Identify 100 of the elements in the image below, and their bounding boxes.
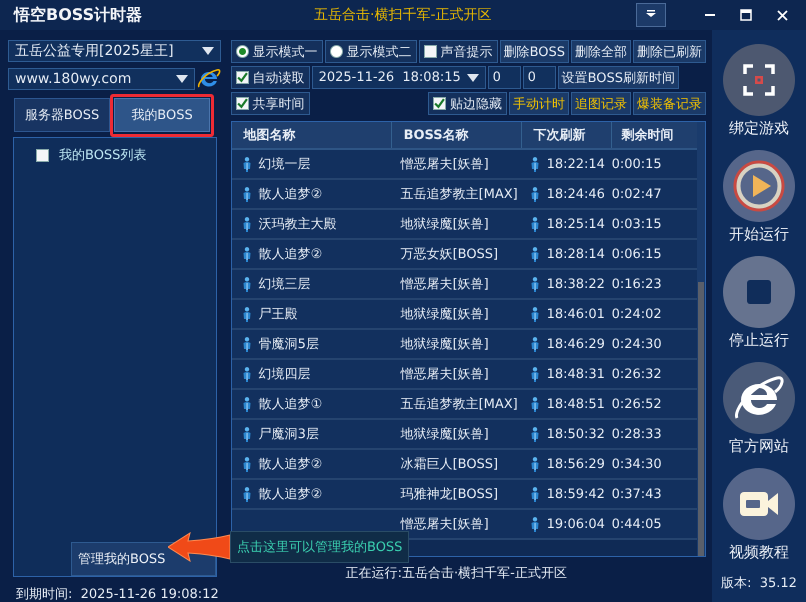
remaining-time: 0:02:47 [612, 186, 662, 202]
person-icon [530, 426, 539, 442]
table-row[interactable]: 散人追梦② 冰霜巨人[BOSS] 18:56:29 0:34:30 [232, 450, 697, 480]
next-refresh-time: 18:24:46 [546, 186, 605, 202]
next-refresh-time: 18:22:14 [546, 156, 605, 172]
table-row[interactable]: 尸王殿 地狱绿魔[妖兽] 18:46:01 0:24:02 [232, 300, 697, 330]
next-refresh-time: 18:48:31 [546, 366, 605, 382]
column-header[interactable]: 下次刷新 [522, 122, 612, 148]
stop-button[interactable]: 停止运行 [712, 256, 806, 350]
radio-button[interactable] [330, 45, 343, 58]
map-name: 幻境一层 [258, 156, 311, 173]
table-row[interactable]: 幻境一层 憎恶屠夫[妖兽] 18:22:14 0:00:15 [232, 150, 697, 180]
tooltip: 点击这里可以管理我的BOSS [230, 531, 410, 563]
url-dropdown[interactable]: www.180wy.com [8, 68, 195, 90]
checkbox[interactable] [236, 97, 249, 110]
remaining-time: 0:06:15 [612, 246, 662, 262]
arrow-icon [168, 532, 230, 562]
person-icon [242, 366, 251, 382]
video-tutorial-button[interactable]: 视频教程 [712, 468, 806, 562]
table-row[interactable]: 散人追梦② 万恶女妖[BOSS] 18:28:14 0:06:15 [232, 240, 697, 270]
toolbar-button[interactable]: 追图记录 [571, 92, 631, 115]
toolbar-button[interactable]: 设置BOSS刷新时间 [558, 66, 679, 89]
person-icon [242, 336, 251, 352]
window-title: 悟空BOSS计时器 [14, 4, 144, 26]
toolbar-button[interactable]: 删除全部 [571, 40, 631, 63]
next-refresh-time: 18:50:32 [546, 426, 605, 442]
map-name: 散人追梦② [258, 456, 322, 473]
menu-button[interactable] [636, 3, 666, 27]
play-icon [723, 150, 795, 222]
remaining-time: 0:28:33 [612, 426, 662, 442]
remaining-time: 0:44:05 [612, 516, 662, 532]
person-icon [242, 396, 251, 412]
remaining-time: 0:00:15 [612, 156, 662, 172]
marquee-text: 五岳合击·横扫千军-正式开区 [313, 6, 493, 24]
table-row[interactable]: 沃玛教主大殿 地狱绿魔[妖兽] 18:25:14 0:03:15 [232, 210, 697, 240]
map-name: 幻境三层 [258, 276, 311, 293]
person-icon [242, 186, 251, 202]
radio-option[interactable]: 显示模式二 [324, 40, 417, 63]
column-header[interactable]: BOSS名称 [392, 122, 522, 148]
toolbar-button[interactable]: 爆装备记录 [633, 92, 706, 115]
caret-icon [202, 47, 214, 55]
checkbox-option[interactable]: 自动读取 [230, 66, 310, 89]
version-label: 版本: 35.12 [721, 575, 797, 592]
number-field[interactable]: 0 [522, 66, 556, 89]
table-row[interactable]: 尸魔洞3层 地狱绿魔[妖兽] 18:50:32 0:28:33 [232, 420, 697, 450]
next-refresh-time: 18:38:22 [546, 276, 605, 292]
checkbox-option[interactable]: 声音提示 [418, 40, 498, 63]
server-dropdown[interactable]: 五岳公益专用[2025星王] [8, 40, 221, 62]
boss-name: 憎恶屠夫[妖兽] [400, 516, 489, 533]
remaining-time: 0:37:43 [612, 486, 662, 502]
tree-item[interactable]: 我的BOSS列表 [59, 146, 146, 164]
remaining-time: 0:24:02 [612, 306, 662, 322]
person-icon [242, 246, 251, 262]
table-row[interactable]: 幻境三层 憎恶屠夫[妖兽] 18:38:22 0:16:23 [232, 270, 697, 300]
close-icon [776, 10, 788, 20]
maximize-icon [740, 9, 752, 21]
map-name: 散人追梦② [258, 246, 322, 263]
bind-game-button[interactable]: 绑定游戏 [712, 44, 806, 138]
checkbox-option[interactable]: 贴边隐藏 [428, 92, 507, 115]
next-refresh-time: 18:46:01 [546, 306, 605, 322]
table-row[interactable]: 幻境四层 憎恶屠夫[妖兽] 18:48:31 0:26:32 [232, 360, 697, 390]
column-header[interactable]: 剩余时间 [612, 122, 697, 148]
toolbar-button[interactable]: 删除BOSS [500, 40, 569, 63]
scrollbar[interactable] [697, 122, 705, 556]
tab[interactable]: 服务器BOSS [14, 98, 110, 132]
boss-name: 玛雅神龙[BOSS] [400, 486, 498, 503]
column-header[interactable]: 地图名称 [232, 122, 392, 148]
caret-icon [466, 74, 479, 82]
person-icon [530, 456, 539, 472]
checkbox[interactable] [36, 148, 49, 162]
next-refresh-time: 18:59:42 [546, 486, 605, 502]
remaining-time: 0:26:52 [612, 396, 662, 412]
table-row[interactable]: 散人追梦① 五岳追梦教主[MAX] 18:48:51 0:26:52 [232, 390, 697, 420]
remaining-time: 0:16:23 [612, 276, 662, 292]
map-name: 沃玛教主大殿 [258, 216, 337, 233]
checkbox[interactable] [433, 97, 446, 110]
table-row[interactable]: 骨魔洞5层 地狱绿魔[妖兽] 18:46:29 0:24:30 [232, 330, 697, 360]
start-button[interactable]: 开始运行 [712, 150, 806, 244]
checkbox-option[interactable]: 共享时间 [230, 92, 310, 115]
map-name: 尸王殿 [258, 306, 298, 323]
number-field[interactable]: 0 [488, 66, 521, 89]
website-button[interactable]: 官方网站 [712, 362, 806, 456]
toolbar-button[interactable]: 删除已刷新 [633, 40, 706, 63]
tab[interactable]: 我的BOSS [114, 98, 210, 132]
person-icon [530, 396, 539, 412]
table-row[interactable]: 散人追梦② 五岳追梦教主[MAX] 18:24:46 0:02:47 [232, 180, 697, 210]
datetime-picker[interactable]: 2025-11-26 18:08:15 [312, 66, 486, 89]
checkbox[interactable] [236, 71, 249, 84]
boss-name: 万恶女妖[BOSS] [400, 246, 498, 263]
checkbox[interactable] [424, 45, 437, 58]
radio-option[interactable]: 显示模式一 [230, 40, 323, 63]
next-refresh-time: 18:46:29 [546, 336, 605, 352]
person-icon [530, 336, 539, 352]
boss-name: 憎恶屠夫[妖兽] [400, 366, 489, 383]
radio-button[interactable] [236, 45, 249, 58]
table-row[interactable]: 散人追梦② 玛雅神龙[BOSS] 18:59:42 0:37:43 [232, 480, 697, 510]
person-icon [242, 426, 251, 442]
status-text: 正在运行:五岳合击·横扫千军-正式开区 [346, 565, 567, 582]
map-name: 散人追梦② [258, 186, 322, 203]
toolbar-button[interactable]: 手动计时 [509, 92, 569, 115]
